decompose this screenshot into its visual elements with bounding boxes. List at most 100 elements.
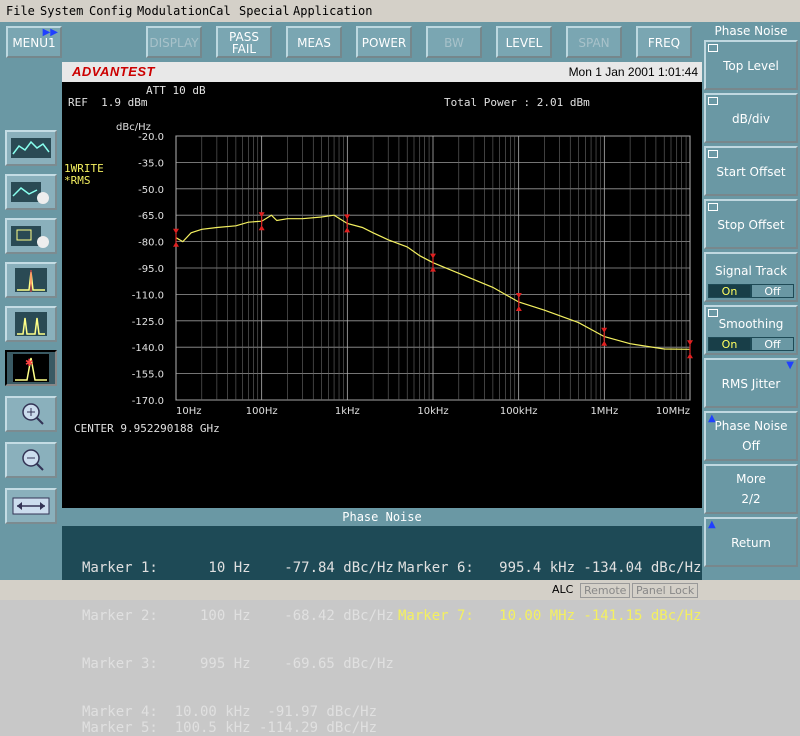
signal-track-on[interactable]: On: [708, 284, 751, 298]
more-page-label: 2/2: [741, 492, 761, 506]
phase-noise-softkey[interactable]: ▲ Phase Noise Off: [704, 411, 798, 461]
meas-button[interactable]: MEAS: [286, 26, 342, 58]
marker-2: [258, 212, 265, 218]
rms-jitter-label: RMS Jitter: [721, 377, 781, 391]
more-softkey[interactable]: More 2/2: [704, 464, 798, 514]
entry-icon: [708, 203, 718, 211]
y-tick-label: -95.0: [138, 264, 164, 275]
phase-noise-value: Off: [742, 439, 760, 453]
signal-track-off[interactable]: Off: [751, 284, 794, 298]
phase-noise-mode-icon[interactable]: ✱: [5, 350, 57, 386]
more-label: More: [736, 472, 766, 486]
spectrum-view-icon[interactable]: [5, 130, 57, 166]
return-softkey[interactable]: ▲ Return: [704, 517, 798, 567]
y-tick-label: -20.0: [138, 132, 164, 143]
x-tick-label: 10Hz: [176, 406, 202, 417]
zoom-in-icon[interactable]: [5, 396, 57, 432]
fail-label: FAIL: [231, 42, 257, 56]
marker-hand-icon[interactable]: [5, 174, 57, 210]
marker-5: [515, 292, 522, 298]
menu-application[interactable]: Application: [293, 4, 372, 18]
softkey-panel: Phase Noise Top Level dB/div Start Offse…: [702, 22, 800, 580]
y-tick-label: -155.0: [132, 370, 164, 381]
menu-special[interactable]: Special: [239, 4, 290, 18]
pass-fail-button[interactable]: PASS FAIL: [216, 26, 272, 58]
smoothing-off[interactable]: Off: [751, 337, 794, 351]
marker-1: [173, 228, 179, 234]
marker-3: [344, 214, 351, 220]
level-button[interactable]: LEVEL: [496, 26, 552, 58]
marker-row-3: Marker 3: 995 Hz -69.65 dBc/Hz: [82, 656, 394, 672]
return-label: Return: [731, 536, 771, 550]
marker-tail: [601, 340, 608, 346]
entry-icon: [708, 44, 718, 52]
stop-offset-softkey[interactable]: Stop Offset: [704, 199, 798, 249]
top-level-softkey[interactable]: Top Level: [704, 40, 798, 90]
marker-row-2: Marker 2: 100 Hz -68.42 dBc/Hz: [82, 608, 394, 624]
entry-icon: [708, 97, 718, 105]
menu-file[interactable]: File: [6, 4, 35, 18]
span-expand-icon[interactable]: [5, 488, 57, 524]
panel-lock-indicator: Panel Lock: [632, 583, 699, 598]
top-level-label: Top Level: [723, 59, 779, 73]
y-tick-label: -35.0: [138, 158, 164, 169]
x-tick-label: 1kHz: [335, 406, 360, 417]
return-arrow-icon: ▲: [708, 519, 716, 530]
y-tick-label: -50.0: [138, 185, 164, 196]
marker-row-7-active: Marker 7: 10.00 MHz -141.15 dBc/Hz: [398, 608, 702, 624]
marker-6: [601, 327, 608, 333]
single-peak-icon[interactable]: [5, 262, 57, 298]
span-button[interactable]: SPAN: [566, 26, 622, 58]
marker-7: [687, 340, 693, 346]
menu-modulation[interactable]: Modulation: [137, 4, 209, 18]
power-button[interactable]: POWER: [356, 26, 412, 58]
alc-indicator: ALC: [552, 583, 574, 596]
menu-config[interactable]: Config: [89, 4, 132, 18]
y-axis-label: dBc/Hz: [116, 122, 151, 133]
marker-tail: [258, 225, 265, 231]
marker-tail: [344, 227, 351, 233]
y-tick-label: -125.0: [132, 317, 164, 328]
left-toolbar: ✱: [0, 62, 62, 580]
signal-track-toggle[interactable]: On Off: [708, 284, 794, 298]
measurement-screen: ATT 10 dB REF 1.9 dBm Total Power : 2.01…: [62, 82, 702, 508]
x-tick-label: 100kHz: [500, 406, 538, 417]
display-button[interactable]: DISPLAY: [146, 26, 202, 58]
marker-tail: [687, 353, 693, 359]
main-display: ADVANTEST Mon 1 Jan 2001 1:01:44 ATT 10 …: [62, 62, 702, 736]
phase-noise-label: Phase Noise: [714, 419, 788, 433]
remote-indicator: Remote: [580, 583, 631, 598]
start-offset-label: Start Offset: [716, 165, 786, 179]
marker-row-6: Marker 6: 995.4 kHz -134.04 dBc/Hz: [398, 560, 702, 576]
y-tick-label: -140.0: [132, 343, 164, 354]
signal-track-label: Signal Track: [714, 264, 788, 278]
freq-button[interactable]: FREQ: [636, 26, 692, 58]
menu-system[interactable]: System: [40, 4, 83, 18]
entry-icon: [708, 150, 718, 158]
menu-cal[interactable]: Cal: [209, 4, 231, 18]
menu1-button[interactable]: MENU1 ▶▶: [6, 26, 62, 58]
marker-row-1: Marker 1: 10 Hz -77.84 dBc/Hz: [82, 560, 394, 576]
brand-logo: ADVANTEST: [72, 64, 155, 79]
smoothing-label: Smoothing: [718, 317, 784, 331]
marker-table: Marker 1: 10 Hz -77.84 dBc/Hz Marker 2: …: [62, 526, 702, 736]
phase-noise-panel-title: Phase Noise: [62, 508, 702, 526]
bw-button[interactable]: BW: [426, 26, 482, 58]
start-offset-softkey[interactable]: Start Offset: [704, 146, 798, 196]
double-peak-icon[interactable]: [5, 306, 57, 342]
db-div-label: dB/div: [732, 112, 770, 126]
zoom-hand-icon[interactable]: [5, 218, 57, 254]
y-tick-label: -170.0: [132, 396, 164, 407]
y-tick-label: -110.0: [132, 290, 164, 301]
marker-row-5: Marker 5: 100.5 kHz -114.29 dBc/Hz: [82, 720, 378, 736]
phase-noise-chart: -20.0 -35.0 -50.0 -65.0 -80.0 -95.0 -110.0 -125…: [116, 122, 693, 417]
smoothing-toggle[interactable]: On Off: [708, 337, 794, 351]
smoothing-softkey[interactable]: Smoothing On Off: [704, 305, 798, 355]
zoom-out-icon[interactable]: [5, 442, 57, 478]
db-div-softkey[interactable]: dB/div: [704, 93, 798, 143]
signal-track-softkey[interactable]: Signal Track On Off: [704, 252, 798, 302]
x-tick-label: 100Hz: [246, 406, 278, 417]
entry-icon: [708, 309, 718, 317]
smoothing-on[interactable]: On: [708, 337, 751, 351]
rms-jitter-softkey[interactable]: ▼ RMS Jitter: [704, 358, 798, 408]
